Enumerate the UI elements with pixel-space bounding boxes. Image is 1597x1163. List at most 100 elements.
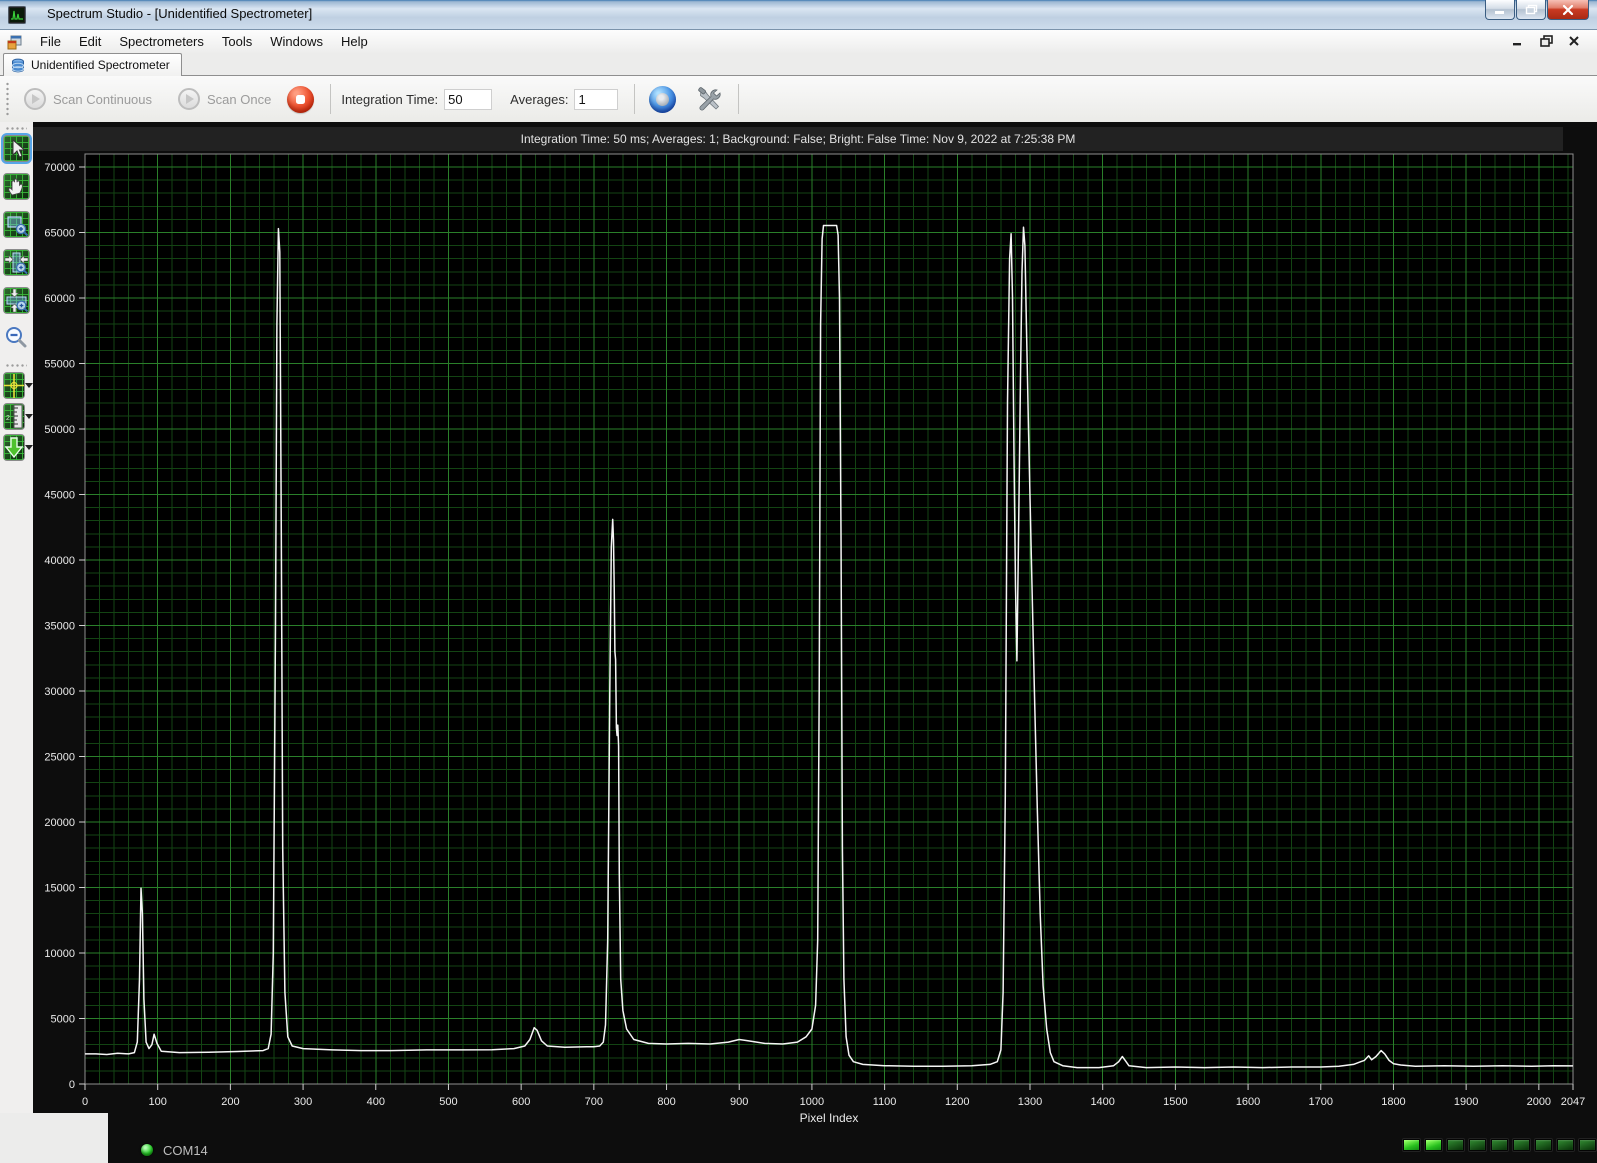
svg-text:35000: 35000	[44, 621, 75, 633]
acquire-target-button[interactable]	[649, 86, 676, 113]
zoom-vertical-icon	[4, 288, 29, 313]
menu-help[interactable]: Help	[332, 32, 377, 51]
averages-label: Averages:	[510, 92, 568, 107]
mdi-minimize-button[interactable]	[1509, 33, 1527, 49]
svg-text:0: 0	[69, 1079, 75, 1091]
tab-label: Unidentified Spectrometer	[31, 58, 170, 72]
averages-input[interactable]	[574, 89, 618, 110]
com-port-label: COM14	[163, 1143, 208, 1158]
scale-ruler-button[interactable]: 2	[3, 403, 25, 430]
svg-text:20000: 20000	[44, 817, 75, 829]
svg-text:65000: 65000	[44, 228, 75, 240]
svg-text:1700: 1700	[1309, 1096, 1333, 1108]
minimize-button[interactable]	[1485, 0, 1515, 20]
scan-once-button[interactable]: Scan Once	[178, 88, 271, 110]
chart-tool-strip: 2	[0, 122, 33, 1113]
toolbar: Scan Continuous Scan Once Integration Ti…	[0, 76, 1597, 122]
signal-meter	[1403, 1139, 1596, 1151]
crosshair-dropdown-arrow[interactable]	[25, 383, 33, 388]
svg-text:45000: 45000	[44, 490, 75, 502]
crosshair-icon	[4, 373, 24, 398]
svg-text:0: 0	[82, 1096, 88, 1108]
meter-led-icon	[1469, 1139, 1486, 1151]
svg-text:2000: 2000	[1527, 1096, 1551, 1108]
toolstrip-grip[interactable]	[5, 126, 27, 131]
stop-button[interactable]	[287, 86, 314, 113]
toolbar-separator	[738, 84, 739, 114]
restore-button[interactable]	[1516, 0, 1546, 20]
close-button[interactable]	[1547, 0, 1589, 20]
settings-tools-button[interactable]	[694, 84, 724, 114]
title-bar: Spectrum Studio - [Unidentified Spectrom…	[0, 0, 1597, 30]
ruler-dropdown-arrow[interactable]	[25, 414, 33, 419]
svg-text:Pixel Index: Pixel Index	[800, 1111, 859, 1125]
export-dropdown-arrow[interactable]	[25, 445, 33, 450]
zoom-vertical-button[interactable]	[3, 287, 30, 314]
svg-text:60000: 60000	[44, 293, 75, 305]
toolbar-separator	[330, 84, 331, 114]
svg-text:5000: 5000	[51, 1014, 75, 1026]
window-title: Spectrum Studio - [Unidentified Spectrom…	[47, 6, 312, 21]
svg-text:1900: 1900	[1454, 1096, 1478, 1108]
meter-led-icon	[1447, 1139, 1464, 1151]
tools-icon	[696, 86, 722, 112]
svg-text:400: 400	[367, 1096, 385, 1108]
play-icon	[24, 88, 46, 110]
svg-text:800: 800	[657, 1096, 675, 1108]
svg-text:15000: 15000	[44, 883, 75, 895]
pointer-icon	[4, 136, 29, 161]
toolbar-separator	[634, 84, 635, 114]
pan-tool-button[interactable]	[3, 173, 30, 200]
meter-led-icon	[1579, 1139, 1596, 1151]
svg-text:1200: 1200	[945, 1096, 969, 1108]
svg-text:1300: 1300	[1018, 1096, 1042, 1108]
svg-text:1400: 1400	[1090, 1096, 1114, 1108]
connection-led-icon	[141, 1144, 153, 1156]
zoom-window-icon	[4, 212, 29, 237]
mdi-close-button[interactable]	[1565, 33, 1583, 49]
svg-text:200: 200	[221, 1096, 239, 1108]
menu-bar: File Edit Spectrometers Tools Windows He…	[0, 30, 1597, 53]
menu-tools[interactable]: Tools	[213, 32, 261, 51]
integration-time-label: Integration Time:	[341, 92, 438, 107]
svg-text:25000: 25000	[44, 752, 75, 764]
integration-time-input[interactable]	[444, 89, 492, 110]
play-icon	[178, 88, 200, 110]
scan-continuous-button[interactable]: Scan Continuous	[24, 88, 152, 110]
download-arrow-icon	[4, 435, 24, 460]
svg-text:50000: 50000	[44, 424, 75, 436]
toolbar-grip[interactable]	[5, 82, 10, 116]
svg-text:100: 100	[149, 1096, 167, 1108]
menu-edit[interactable]: Edit	[70, 32, 110, 51]
export-save-button[interactable]	[3, 434, 25, 461]
mdi-restore-button[interactable]	[1537, 33, 1555, 49]
pointer-tool-button[interactable]	[3, 135, 30, 162]
svg-text:1500: 1500	[1163, 1096, 1187, 1108]
zoom-window-button[interactable]	[3, 211, 30, 238]
scan-continuous-label: Scan Continuous	[53, 92, 152, 107]
menu-spectrometers[interactable]: Spectrometers	[110, 32, 213, 51]
svg-text:500: 500	[439, 1096, 457, 1108]
app-icon	[8, 6, 26, 24]
meter-led-icon	[1491, 1139, 1508, 1151]
meter-led-icon	[1425, 1139, 1442, 1151]
spectrum-chart[interactable]: 0500010000150002000025000300003500040000…	[33, 122, 1597, 1163]
svg-text:70000: 70000	[44, 162, 75, 174]
menu-windows[interactable]: Windows	[261, 32, 332, 51]
zoom-out-button[interactable]	[3, 325, 30, 352]
svg-text:40000: 40000	[44, 555, 75, 567]
svg-text:2: 2	[6, 415, 10, 422]
svg-text:55000: 55000	[44, 359, 75, 371]
cursor-crosshair-button[interactable]	[3, 372, 25, 399]
tab-unidentified-spectrometer[interactable]: Unidentified Spectrometer	[3, 53, 182, 76]
svg-text:600: 600	[512, 1096, 530, 1108]
zoom-out-icon	[3, 325, 29, 351]
zoom-horizontal-button[interactable]	[3, 249, 30, 276]
menu-file[interactable]: File	[31, 32, 70, 51]
svg-text:900: 900	[730, 1096, 748, 1108]
spectrometer-icon	[11, 58, 25, 73]
svg-text:2047: 2047	[1561, 1096, 1585, 1108]
toolstrip-grip[interactable]	[5, 363, 27, 368]
svg-text:1600: 1600	[1236, 1096, 1260, 1108]
svg-text:10000: 10000	[44, 948, 75, 960]
